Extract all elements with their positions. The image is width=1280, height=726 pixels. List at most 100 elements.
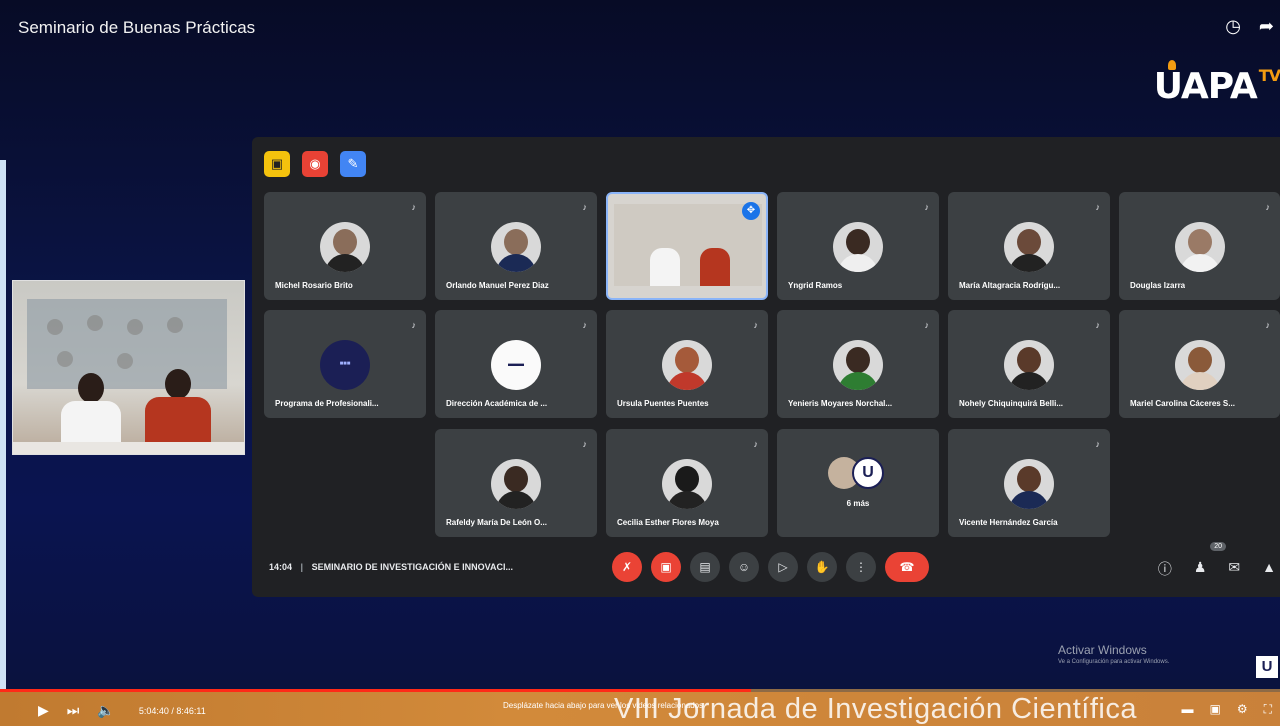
volume-icon[interactable]: 🔈 [97,702,114,719]
raise-hand-icon[interactable]: ✋ [807,552,837,582]
participant-tile[interactable]: ♪ ▬▬ Dirección Académica de ... [435,310,597,418]
participant-tile[interactable]: ♪ Rafeldy María De León O... [435,429,597,537]
mic-icon: ♪ [411,320,417,330]
avatar [833,222,883,272]
player-right-controls: ▬ ▣ ⚙ ⛶ [1181,702,1272,717]
mic-icon: ♪ [582,202,588,212]
participant-name: Dirección Académica de ... [446,399,548,408]
mic-off-icon[interactable]: ✗ [612,552,642,582]
info-icon[interactable]: ⓘ [1158,559,1172,579]
more-options-icon[interactable]: ⋮ [846,552,876,582]
participant-name: Yenieris Moyares Norchal... [788,399,893,408]
avatar: ▬▬ [491,340,541,390]
mic-icon: ♪ [924,202,930,212]
mic-icon: ♪ [582,439,588,449]
participant-name: Douglas Izarra [1130,281,1186,290]
flame-icon [1167,60,1176,70]
participant-tile-active[interactable]: ✥ [606,192,768,300]
event-ticker: VIII Jornada de Investigación Científica [614,693,1137,725]
participant-name: Ursula Puentes Puentes [617,399,709,408]
autoplay-toggle-icon[interactable]: ▬ [1181,702,1193,717]
participant-tile[interactable]: ♪ Nohely Chiquinquirá Belli... [948,310,1110,418]
meet-control-bar: 14:04 | SEMINARIO DE INVESTIGACIÓN E INN… [252,537,1280,597]
meet-side-controls: ⓘ ♟ ✉ ▲ [1158,559,1276,579]
camera-off-icon[interactable]: ▣ [651,552,681,582]
avatar [491,459,541,509]
participant-name: Vicente Hernández García [959,518,1058,527]
subtitles-icon[interactable]: ▣ [1209,702,1220,717]
participant-tile[interactable]: ♪ María Altagracia Rodrígu... [948,192,1110,300]
mic-icon: ♪ [1095,320,1101,330]
clock-icon[interactable]: ◷ [1225,16,1241,37]
mic-icon: ♪ [1095,439,1101,449]
participant-tile[interactable]: ♪ Mariel Carolina Cáceres S... [1119,310,1280,418]
participant-tile[interactable]: ♪ Cecilia Esther Flores Moya [606,429,768,537]
pin-icon[interactable]: ✥ [742,202,760,220]
mic-icon: ♪ [753,439,759,449]
video-frame[interactable]: Seminario de Buenas Prácticas ◷ ➦ UAPA TV… [0,0,1280,726]
meeting-time: 14:04 [269,562,293,572]
people-icon[interactable]: ♟ [1194,559,1207,579]
more-participants-avatars: U [828,457,888,491]
mic-icon: ♪ [1265,320,1271,330]
avatar [1174,340,1225,390]
avatar: ■■■ [320,340,370,390]
live-video-thumbnail [614,204,762,286]
next-icon[interactable]: ⏭ [67,702,80,719]
video-title[interactable]: Seminario de Buenas Prácticas [18,18,255,38]
mic-icon: ♪ [753,320,759,330]
presenter-person [145,369,211,453]
more-participants-label: 6 más [846,499,870,508]
windows-activation-watermark: Activar Windows Ve a Configuración para … [1058,643,1170,665]
participant-count-badge: 20 [1210,542,1226,551]
present-icon[interactable]: ▷ [768,552,798,582]
meet-window: ▣ ◉ ✎ ♪ Michel Rosario Brito ♪ Orlando M… [252,137,1280,597]
share-icon[interactable]: ➦ [1259,16,1274,37]
participant-tile[interactable]: ♪ Ursula Puentes Puentes [606,310,768,418]
mic-icon: ♪ [411,202,417,212]
participant-name: Cecilia Esther Flores Moya [617,518,719,527]
mic-icon: ♪ [1095,202,1101,212]
participant-tile[interactable]: ♪ Vicente Hernández García [948,429,1110,537]
notes-icon[interactable]: ✎ [340,151,366,177]
participant-name: Yngrid Ramos [788,281,843,290]
participant-tile[interactable]: ♪ Yngrid Ramos [777,192,939,300]
whiteboard-icon[interactable]: ▣ [264,151,290,177]
captions-icon[interactable]: ▤ [690,552,720,582]
top-actions: ◷ ➦ [1225,16,1274,37]
avatar [1004,222,1054,272]
participant-tile[interactable]: ♪ ■■■ Programa de Profesionali... [264,310,426,418]
participant-tile[interactable]: ♪ Yenieris Moyares Norchal... [777,310,939,418]
participant-tile-more[interactable]: U 6 más [777,429,939,537]
meet-toolbar: ▣ ◉ ✎ [264,151,366,177]
emoji-icon[interactable]: ☺ [729,552,759,582]
table [13,442,244,454]
play-icon[interactable]: ▶ [38,702,49,719]
participant-tile[interactable]: ♪ Michel Rosario Brito [264,192,426,300]
avatar [1004,340,1054,390]
avatar [1174,222,1225,272]
avatar [491,222,541,272]
avatar [320,222,370,272]
hang-up-button[interactable]: ☎ [885,552,929,582]
mic-icon: ♪ [924,320,930,330]
activities-icon[interactable]: ▲ [1262,559,1276,579]
participant-tile[interactable]: ♪ Douglas Izarra [1119,192,1280,300]
presenter-person [61,373,121,453]
participant-name: María Altagracia Rodrígu... [959,281,1061,290]
avatar [662,340,712,390]
fullscreen-icon[interactable]: ⛶ [1264,702,1272,717]
participant-name: Nohely Chiquinquirá Belli... [959,399,1064,408]
player-left-controls: ▶ ⏭ 🔈 5:04:40 / 8:46:11 [38,702,206,719]
channel-logo: UAPA TV [1154,60,1280,107]
chat-icon[interactable]: ✉ [1228,559,1240,579]
mic-icon: ♪ [582,320,588,330]
call-controls: ✗ ▣ ▤ ☺ ▷ ✋ ⋮ ☎ [612,552,929,582]
avatar [833,340,883,390]
corner-logo-badge: U [1256,656,1278,678]
time-display: 5:04:40 / 8:46:11 [138,705,206,716]
edge-strip [0,160,6,690]
settings-icon[interactable]: ⚙ [1237,702,1248,717]
participant-tile[interactable]: ♪ Orlando Manuel Perez Diaz [435,192,597,300]
record-icon[interactable]: ◉ [302,151,328,177]
